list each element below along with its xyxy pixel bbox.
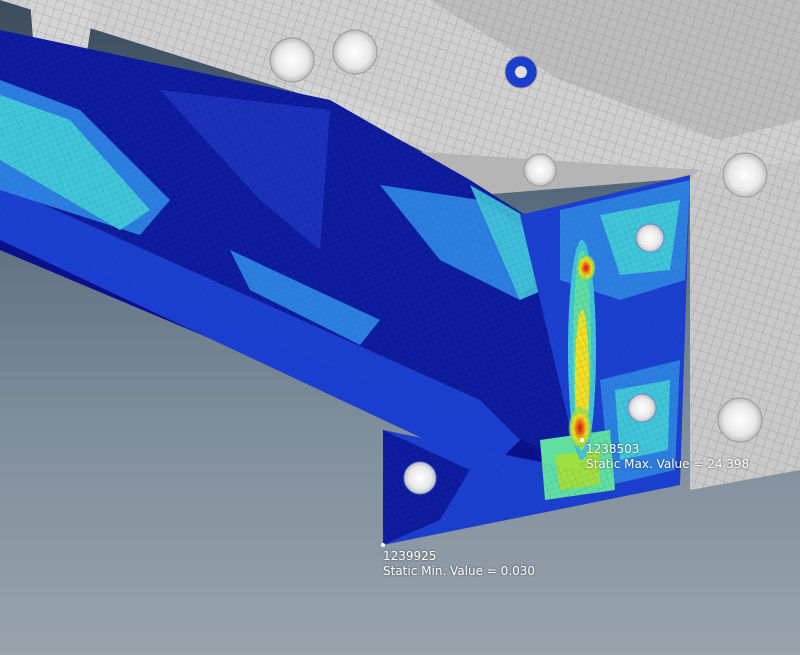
max-value-text: Static Max. Value = 24.398 (586, 457, 750, 471)
max-value-annotation: 1238503 Static Max. Value = 24.398 (586, 442, 749, 472)
max-node-id: 1238503 (586, 442, 640, 456)
min-value-annotation: 1239925 Static Min. Value = 0.030 (383, 549, 535, 579)
min-value-text: Static Min. Value = 0.030 (383, 564, 536, 578)
max-probe-marker[interactable] (580, 438, 584, 442)
min-probe-marker[interactable] (381, 543, 385, 547)
min-node-id: 1239925 (383, 549, 437, 563)
